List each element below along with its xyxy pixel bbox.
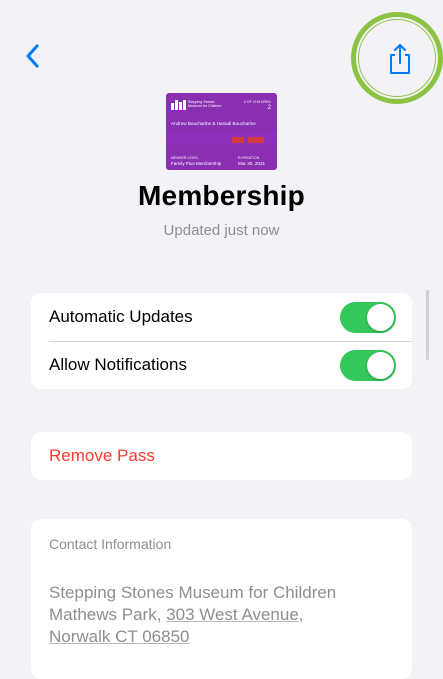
address-link-city[interactable]: Norwalk CT 06850 bbox=[49, 627, 189, 646]
pass-graphic bbox=[232, 137, 244, 143]
allow-notifications-row: Allow Notifications bbox=[31, 341, 412, 389]
update-status: Updated just now bbox=[163, 222, 280, 239]
scrollbar[interactable] bbox=[426, 290, 429, 360]
contact-address: Stepping Stones Museum for Children Math… bbox=[49, 582, 336, 648]
pass-member-names: Andrew Boucharlne & Hanadi Boucharlne bbox=[171, 121, 256, 126]
contact-group: Contact Information Stepping Stones Muse… bbox=[31, 519, 412, 679]
address-line1: Stepping Stones Museum for Children bbox=[49, 583, 337, 602]
page-title: Membership bbox=[138, 180, 305, 211]
chevron-left-icon bbox=[26, 44, 40, 73]
pass-graphic bbox=[248, 137, 264, 143]
address-line2: Mathews Park, 303 West Avenue, bbox=[49, 604, 336, 626]
pass-count-label: # OF CHILDREN bbox=[243, 100, 271, 104]
pass-level-value: Family Plus Membership bbox=[171, 161, 222, 166]
allow-notifications-label: Allow Notifications bbox=[49, 355, 187, 374]
address-link[interactable]: 303 West Avenue, bbox=[166, 605, 303, 624]
toggle-knob bbox=[367, 304, 394, 331]
pass-thumbnail: Stepping Stones Museum for Children # OF… bbox=[166, 93, 277, 170]
automatic-updates-label: Automatic Updates bbox=[49, 307, 193, 326]
remove-pass-label: Remove Pass bbox=[49, 446, 155, 465]
remove-pass-button[interactable]: Remove Pass bbox=[31, 432, 412, 480]
contact-heading: Contact Information bbox=[49, 536, 172, 552]
pass-expiration-label: EXPIRATION bbox=[238, 156, 260, 160]
allow-notifications-toggle[interactable] bbox=[340, 350, 396, 381]
pass-org: Stepping Stones Museum for Children bbox=[188, 100, 221, 108]
pass-org-line2: Museum for Children bbox=[188, 104, 222, 108]
share-icon bbox=[386, 44, 414, 80]
pass-count-value: 2 bbox=[267, 105, 271, 111]
address-line3[interactable]: Norwalk CT 06850 bbox=[49, 626, 336, 648]
remove-group: Remove Pass bbox=[31, 432, 412, 480]
address-line2-prefix: Mathews Park, bbox=[49, 605, 167, 624]
pass-level-label: MEMBER LEVEL bbox=[171, 156, 199, 160]
automatic-updates-row: Automatic Updates bbox=[31, 293, 412, 342]
pass-expiration-value: Mar 30, 2021 bbox=[238, 161, 266, 166]
toggle-knob bbox=[367, 352, 394, 379]
museum-logo-icon bbox=[171, 100, 186, 110]
share-button[interactable] bbox=[386, 42, 414, 76]
back-button[interactable] bbox=[22, 44, 44, 72]
automatic-updates-toggle[interactable] bbox=[340, 302, 396, 333]
settings-group: Automatic Updates Allow Notifications bbox=[31, 293, 412, 389]
